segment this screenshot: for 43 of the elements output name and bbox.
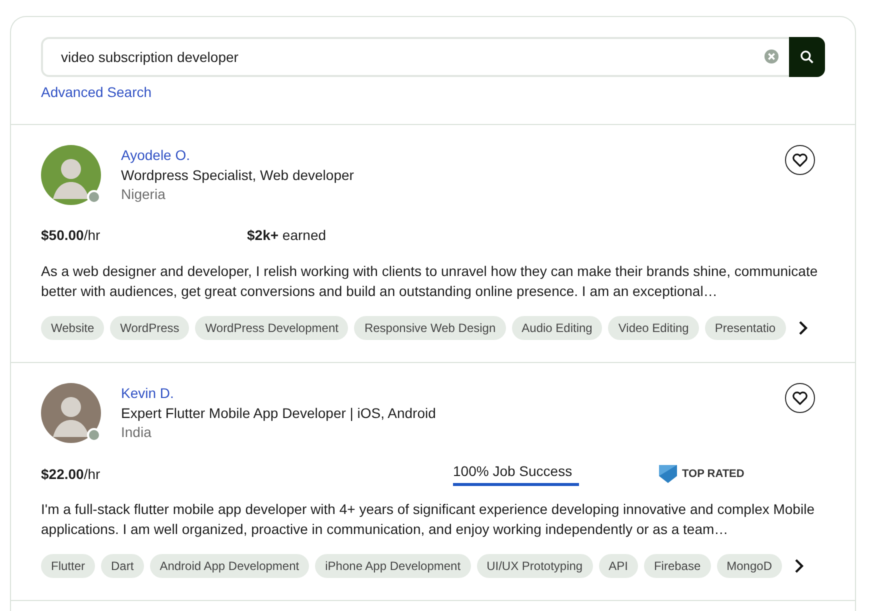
hourly-rate: $22.00/hr [41, 466, 102, 482]
advanced-search-link[interactable]: Advanced Search [41, 84, 152, 100]
shield-icon [659, 464, 677, 482]
chevron-right-icon[interactable] [794, 559, 804, 573]
skill-tag[interactable]: Flutter [41, 554, 96, 578]
avatar [41, 383, 101, 443]
heart-icon [792, 153, 808, 167]
hourly-rate: $50.00/hr [41, 227, 102, 243]
skill-tag[interactable]: Android App Development [150, 554, 310, 578]
avatar [41, 145, 101, 205]
search-field[interactable]: video subscription developer [41, 37, 789, 77]
skill-tag[interactable]: Responsive Web Design [354, 316, 506, 340]
chevron-right-icon[interactable] [798, 321, 808, 335]
online-status-dot [87, 190, 101, 204]
save-button[interactable] [785, 383, 815, 413]
skill-tag[interactable]: MongoD [716, 554, 782, 578]
skill-tag[interactable]: WordPress Development [195, 316, 348, 340]
skill-tag[interactable]: Presentatio [704, 316, 786, 340]
save-button[interactable] [785, 145, 815, 175]
freelancer-description: As a web designer and developer, I relish working with clients to unravel how they can make their brands shine, communicate better with audiences, get great conversions and build an outstanding online presence. I am an exceptional… [41, 262, 819, 301]
heart-icon [792, 391, 808, 405]
skill-tag[interactable]: UI/UX Prototyping [476, 554, 593, 578]
skill-tag[interactable]: WordPress [110, 316, 190, 340]
skill-tag[interactable]: Website [41, 316, 104, 340]
skill-tag[interactable]: iPhone App Development [315, 554, 471, 578]
freelancer-location: India [121, 424, 152, 440]
freelancer-location: Nigeria [121, 186, 166, 202]
skill-tag[interactable]: API [598, 554, 638, 578]
skill-tag[interactable]: Audio Editing [512, 316, 602, 340]
online-status-dot [87, 428, 101, 442]
search-icon [800, 50, 814, 64]
total-earned: $2k+ earned [247, 227, 328, 243]
freelancer-name-link[interactable]: Kevin D. [121, 385, 174, 401]
top-rated-label: TOP RATED [682, 468, 744, 480]
job-success-label: 100% Job Success [453, 463, 574, 479]
freelancer-title: Wordpress Specialist, Web developer [121, 167, 355, 183]
freelancer-description: I'm a full-stack flutter mobile app developer with 4+ years of significant experience developing innovative and complex Mobile applications. I am well organized, proactive in communication, and enjoy working independently or as a team… [41, 500, 816, 539]
skill-tag[interactable]: Video Editing [608, 316, 699, 340]
skill-tag[interactable]: Dart [101, 554, 144, 578]
search-button[interactable] [789, 37, 825, 77]
freelancer-title: Expert Flutter Mobile App Developer | iOS, Android [121, 405, 437, 421]
freelancer-name-link[interactable]: Ayodele O. [121, 147, 190, 163]
skill-tag[interactable]: Firebase [644, 554, 711, 578]
